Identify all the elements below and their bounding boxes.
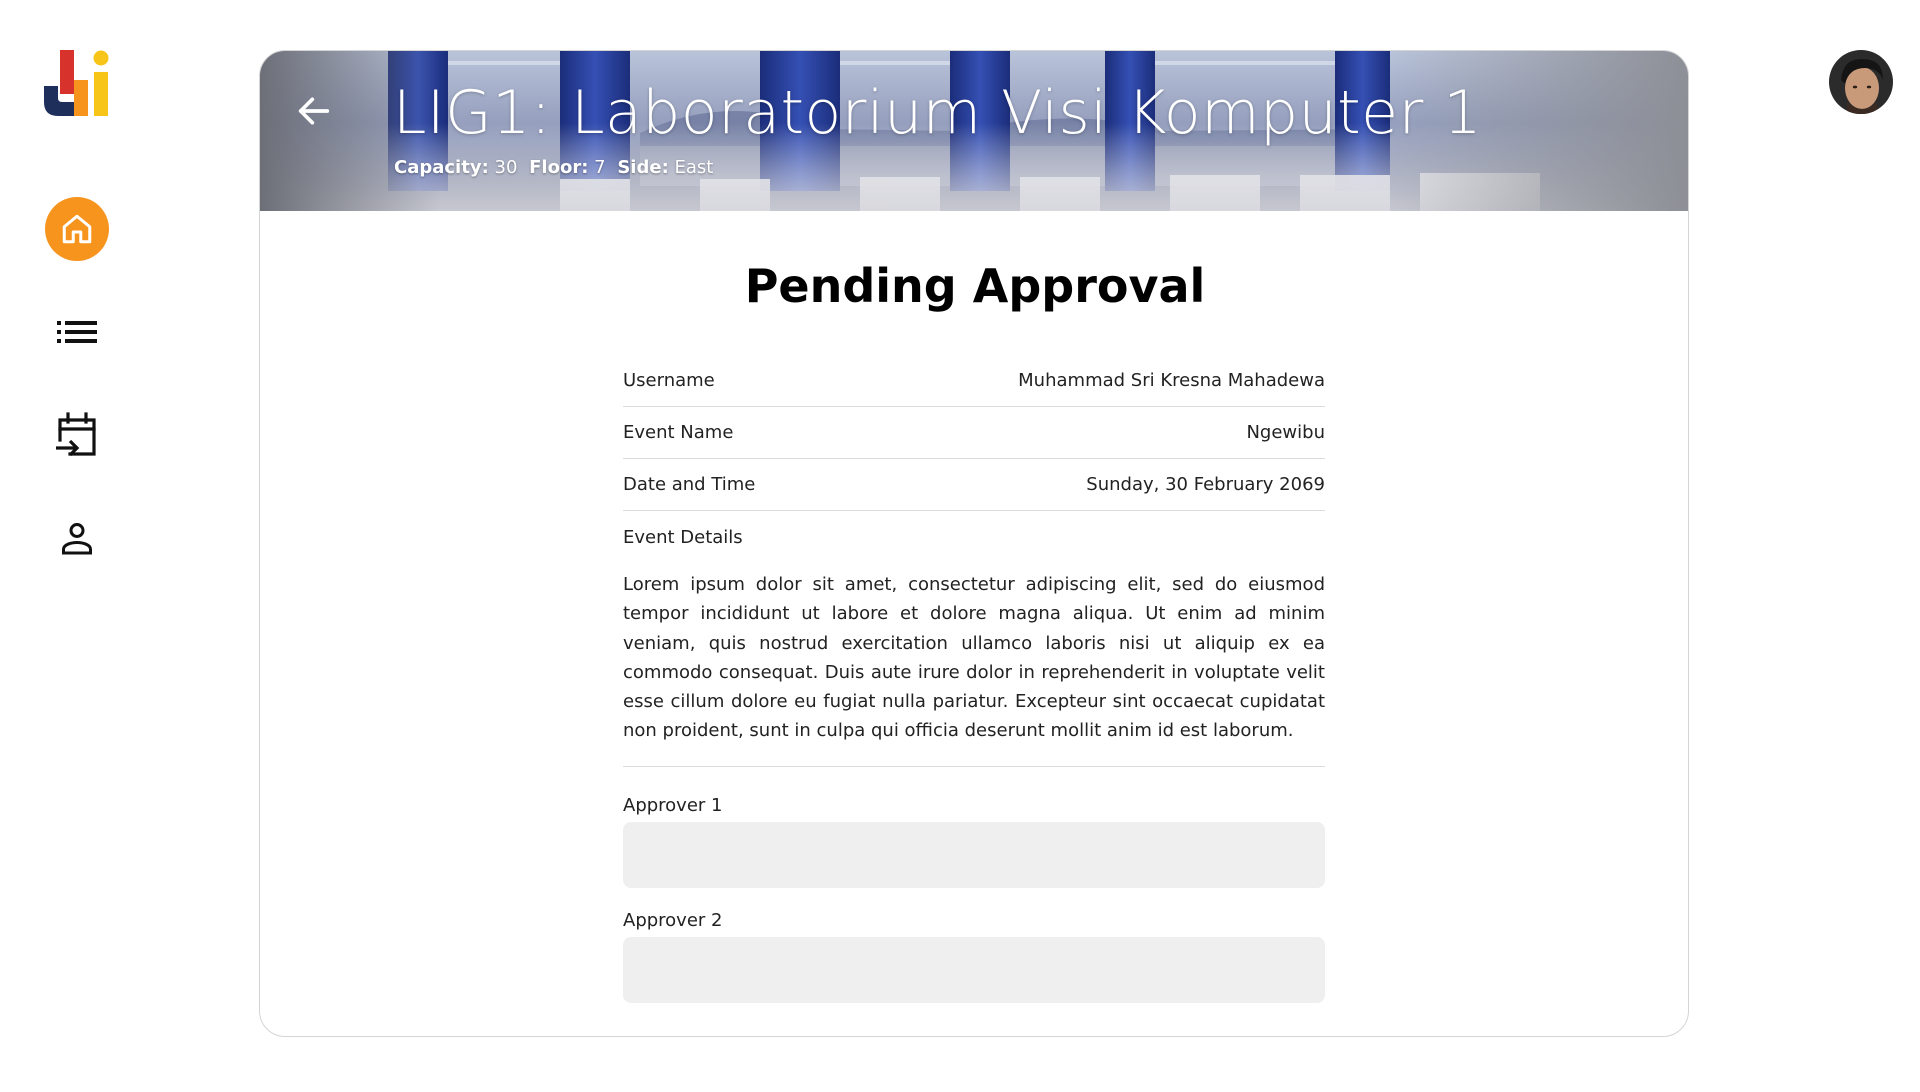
nav-list-button[interactable]: [45, 300, 109, 364]
nav-profile-button[interactable]: [45, 506, 109, 570]
date-time-value: Sunday, 30 February 2069: [1086, 474, 1325, 495]
approver-2-group: Approver 2: [623, 910, 1325, 1003]
event-name-value: Ngewibu: [1246, 422, 1325, 443]
back-button[interactable]: [286, 85, 342, 141]
side-label: Side:: [617, 157, 669, 178]
side-value: East: [674, 157, 714, 178]
approver-2-field[interactable]: [623, 936, 1325, 1003]
page-title: Pending Approval: [744, 259, 1206, 313]
detail-row-username: Username Muhammad Sri Kresna Mahadewa: [623, 355, 1325, 407]
nav-home-button[interactable]: [45, 197, 109, 261]
detail-row-event-name: Event Name Ngewibu: [623, 407, 1325, 459]
arrow-left-icon: [294, 91, 334, 135]
date-time-label: Date and Time: [623, 474, 756, 495]
approver-1-field[interactable]: [623, 821, 1325, 888]
approver-2-label: Approver 2: [623, 909, 723, 931]
capacity-value: 30: [494, 157, 518, 178]
room-banner: LIG1: Laboratorium Visi Komputer 1 Capac…: [260, 51, 1688, 211]
event-name-label: Event Name: [623, 422, 734, 443]
detail-row-event-details: Event Details: [623, 511, 1325, 563]
username-value: Muhammad Sri Kresna Mahadewa: [1018, 370, 1325, 391]
booking-card: LIG1: Laboratorium Visi Komputer 1 Capac…: [259, 50, 1689, 1037]
room-meta: Capacity: 30 Floor: 7 Side: East: [394, 157, 719, 178]
calendar-arrow-icon: [56, 412, 98, 458]
floor-value: 7: [594, 157, 606, 178]
username-label: Username: [623, 370, 715, 391]
approver-1-label: Approver 1: [623, 794, 723, 816]
nav-calendar-button[interactable]: [45, 403, 109, 467]
approver-1-group: Approver 1: [623, 795, 1325, 888]
event-details-label: Event Details: [623, 526, 743, 548]
user-avatar[interactable]: [1829, 50, 1893, 114]
list-icon: [57, 318, 97, 346]
room-title: LIG1: Laboratorium Visi Komputer 1: [393, 78, 1483, 148]
person-icon: [59, 520, 95, 556]
floor-label: Floor:: [529, 157, 589, 178]
detail-row-date-time: Date and Time Sunday, 30 February 2069: [623, 459, 1325, 511]
capacity-label: Capacity:: [394, 157, 489, 178]
app-logo[interactable]: [44, 50, 112, 116]
home-icon: [59, 211, 95, 247]
event-details-text: Lorem ipsum dolor sit amet, consectetur …: [623, 570, 1325, 767]
booking-details: Username Muhammad Sri Kresna Mahadewa Ev…: [623, 355, 1325, 1003]
